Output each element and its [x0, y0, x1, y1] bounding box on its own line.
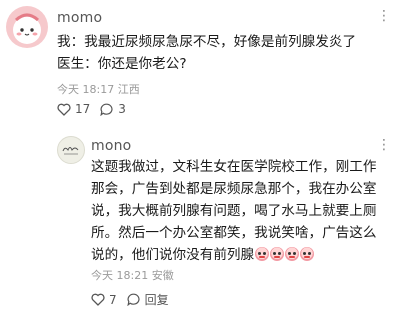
- reply-line: 那会，广告到处都是尿频尿急那个，我在办公室: [91, 181, 377, 197]
- comment-meta: 今天 18:17 江西: [57, 81, 140, 97]
- comment-body: 我：我最近尿频尿急尿不尽，好像是前列腺发炎了 医生：你还是你老公?: [57, 31, 392, 75]
- avatar[interactable]: [6, 6, 48, 48]
- heart-icon: [57, 103, 71, 116]
- comment-actions: 17 3: [57, 102, 136, 116]
- like-button[interactable]: 7: [91, 293, 117, 307]
- reply-username[interactable]: mono: [91, 138, 131, 154]
- comment-location: 江西: [117, 83, 140, 96]
- reply-line: 这题我做过，文科生女在医学院校工作，刚工作: [91, 159, 377, 175]
- like-count: 7: [109, 292, 117, 307]
- avatar-face-icon: [13, 13, 41, 44]
- reply-label: 回复: [144, 293, 169, 307]
- like-button[interactable]: 17: [57, 102, 90, 116]
- comment-bubble-icon: [100, 103, 113, 116]
- reply-body: 这题我做过，文科生女在医学院校工作，刚工作 那会，广告到处都是尿频尿急那个，我在…: [91, 156, 391, 266]
- like-count: 17: [75, 102, 91, 116]
- heart-icon: [91, 293, 105, 306]
- reply-avatar[interactable]: [57, 136, 85, 164]
- comment-username[interactable]: momo: [57, 10, 102, 26]
- reply-meta: 今天 18:21 安徽: [91, 267, 174, 283]
- reply-location: 安徽: [151, 269, 174, 282]
- pink-face-emoji: [270, 247, 285, 261]
- reply-line-last: 说的，他们说你没有前列腺: [91, 244, 391, 266]
- pink-face-emoji: [255, 247, 270, 261]
- pink-face-emoji: [300, 247, 315, 261]
- comment-bubble-icon: [127, 293, 140, 306]
- more-dots-icon[interactable]: ⋮: [377, 137, 392, 153]
- reply-time: 今天 18:21: [91, 269, 149, 282]
- pink-face-emoji: [285, 247, 300, 261]
- comment-time: 今天 18:17: [57, 83, 115, 96]
- reply-count: 3: [118, 102, 126, 116]
- reply-line: 说，我大概前列腺有问题，喝了水马上就要上厕: [91, 203, 377, 219]
- comment-line: 我：我最近尿频尿急尿不尽，好像是前列腺发炎了: [57, 34, 357, 50]
- reply-line: 所。然后一个办公室都笑，我说笑啥，广告这么: [91, 225, 377, 241]
- avatar-sketch-icon: [62, 147, 79, 155]
- reply-button[interactable]: 回复: [127, 291, 169, 308]
- replies-button[interactable]: 3: [100, 102, 126, 116]
- more-dots-icon[interactable]: ⋮: [377, 8, 392, 24]
- reply-line: 说的，他们说你没有前列腺: [91, 247, 255, 263]
- comment-line: 医生：你还是你老公?: [57, 56, 187, 72]
- reply-actions: 7 回复: [91, 291, 179, 308]
